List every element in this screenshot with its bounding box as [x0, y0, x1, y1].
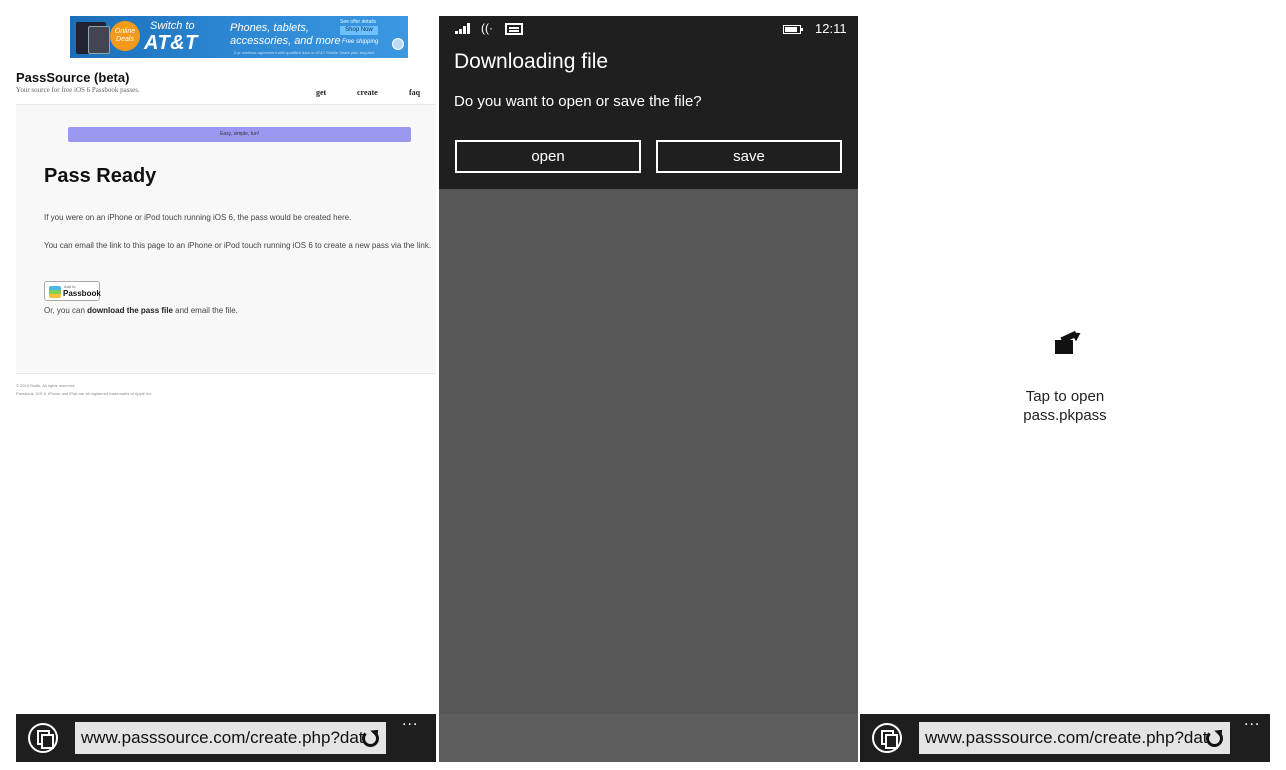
footer-trademarks: Passbook, iOS 6, iPhone and iPad are all… [16, 391, 153, 396]
passbook-label: Passbook [63, 289, 101, 298]
add-to-passbook-button[interactable]: Add to Passbook [44, 281, 101, 301]
info-paragraph-2: You can email the link to this page to a… [44, 241, 432, 250]
site-title[interactable]: PassSource (beta) [16, 70, 129, 85]
content-box: Easy, simple, fun! Pass Ready If you wer… [16, 104, 436, 374]
ad-info-icon[interactable] [392, 38, 404, 50]
status-time: 12:11 [815, 21, 847, 36]
tabs-icon[interactable] [28, 723, 58, 753]
footer-copyright: © 2013 Rodik. All rights reserved. [16, 383, 76, 388]
att-ad-banner[interactable]: Online Deals Switch to AT&T Phones, tabl… [70, 16, 408, 58]
url-field[interactable]: www.passsource.com/create.php?dat [75, 722, 386, 754]
ad-offer-details: See offer details [340, 19, 377, 25]
tap-to-open-label[interactable]: Tap to open [860, 388, 1270, 405]
dialog-title: Downloading file [454, 50, 609, 73]
att-logo: AT&T [144, 32, 198, 54]
refresh-icon[interactable] [362, 730, 379, 747]
phones-image [76, 22, 110, 54]
file-name-label[interactable]: pass.pkpass [860, 407, 1270, 424]
online-deals-badge: Online Deals [110, 21, 140, 51]
address-bar: www.passsource.com/create.php?dat ... [860, 713, 1270, 762]
open-button[interactable]: open [455, 140, 641, 173]
ad-shop-now-button[interactable]: Shop Now [340, 26, 378, 35]
refresh-icon[interactable] [1206, 730, 1223, 747]
download-pass-link[interactable]: download the pass file [87, 306, 173, 315]
wifi-icon: ((· [481, 21, 493, 35]
more-icon[interactable]: ... [402, 713, 418, 729]
nav-link-faq[interactable]: faq [409, 88, 420, 97]
url-field[interactable]: www.passsource.com/create.php?dat [919, 722, 1230, 754]
ad-free-shipping: Free shipping [342, 39, 379, 45]
ad-disclaimer: 2-yr wireless agreement with qualified d… [234, 50, 376, 55]
tabs-icon[interactable] [872, 723, 902, 753]
tagline-bar: Easy, simple, fun! [68, 127, 411, 142]
more-icon[interactable]: ... [1244, 713, 1260, 729]
browser-panel-left: Online Deals Switch to AT&T Phones, tabl… [16, 16, 436, 762]
page-heading: Pass Ready [44, 165, 157, 187]
ad-switch-to: Switch to [150, 20, 195, 32]
dimmed-app-bar [439, 714, 858, 762]
para3-suffix: and email the file. [172, 306, 238, 315]
info-paragraph-3: Or, you can download the pass file and e… [44, 304, 436, 318]
para3-prefix: Or, you can [44, 306, 88, 315]
nav-link-create[interactable]: create [357, 88, 378, 97]
download-dialog-panel: ((· 12:11 Downloading file Do you want t… [439, 16, 858, 762]
dialog-message: Do you want to open or save the file? [454, 93, 702, 110]
browser-panel-right: Tap to open pass.pkpass www.passsource.c… [860, 16, 1270, 762]
ad-line-2: accessories, and more [230, 35, 341, 47]
open-file-icon[interactable] [1053, 328, 1085, 356]
ad-line-1: Phones, tablets, [230, 22, 309, 34]
battery-icon [783, 25, 803, 34]
passbook-icon [49, 286, 61, 298]
signal-icon [455, 22, 473, 34]
address-bar: www.passsource.com/create.php?dat ... [16, 713, 436, 762]
site-subtitle: Your source for free iOS 6 Passbook pass… [16, 86, 140, 94]
info-paragraph-1: If you were on an iPhone or iPod touch r… [44, 213, 352, 222]
message-icon [505, 23, 523, 35]
status-bar: ((· 12:11 [439, 16, 858, 42]
nav-link-get[interactable]: get [316, 88, 326, 97]
save-button[interactable]: save [656, 140, 842, 173]
download-dialog: ((· 12:11 Downloading file Do you want t… [439, 16, 858, 189]
